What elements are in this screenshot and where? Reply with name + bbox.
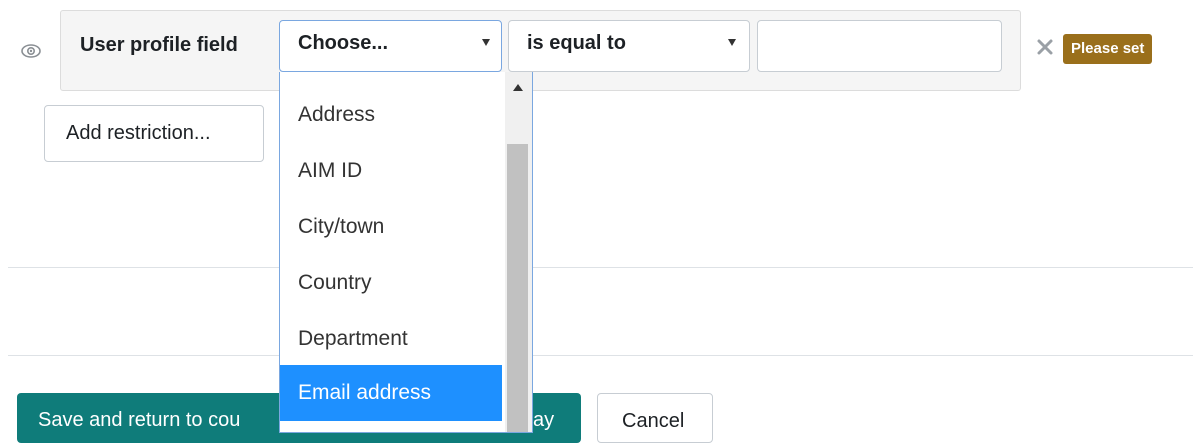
value-input[interactable] <box>757 20 1002 72</box>
chevron-down-icon <box>482 39 490 46</box>
chevron-down-icon <box>728 39 736 46</box>
option-department[interactable]: Department <box>280 311 502 367</box>
scrollbar-thumb[interactable] <box>507 144 528 432</box>
scroll-up-icon[interactable] <box>513 84 523 91</box>
option-city-town[interactable]: City/town <box>280 199 502 255</box>
profile-field-dropdown-list[interactable]: Address AIM ID City/town Country Departm… <box>279 72 533 433</box>
add-restriction-button[interactable]: Add restriction... <box>44 105 264 162</box>
option-email-address[interactable]: Email address <box>280 365 502 421</box>
save-and-display-label[interactable]: ay <box>533 409 554 432</box>
divider <box>8 267 1193 268</box>
status-badge: Please set <box>1063 34 1153 64</box>
field-label: User profile field <box>80 34 238 56</box>
eye-icon[interactable] <box>20 40 42 62</box>
close-icon[interactable] <box>1034 36 1056 58</box>
profile-field-select[interactable]: Choose... <box>279 20 502 72</box>
cancel-button[interactable]: Cancel <box>597 393 713 443</box>
option-aim-id[interactable]: AIM ID <box>280 143 502 199</box>
option-country[interactable]: Country <box>280 255 502 311</box>
operator-select-value: is equal to <box>527 32 626 54</box>
dropdown-scrollbar[interactable] <box>505 72 532 432</box>
divider <box>8 355 1193 356</box>
option-address[interactable]: Address <box>280 87 502 143</box>
operator-select[interactable]: is equal to <box>508 20 750 72</box>
save-and-return-label: Save and return to cou <box>38 409 241 431</box>
profile-field-select-value: Choose... <box>298 32 389 54</box>
